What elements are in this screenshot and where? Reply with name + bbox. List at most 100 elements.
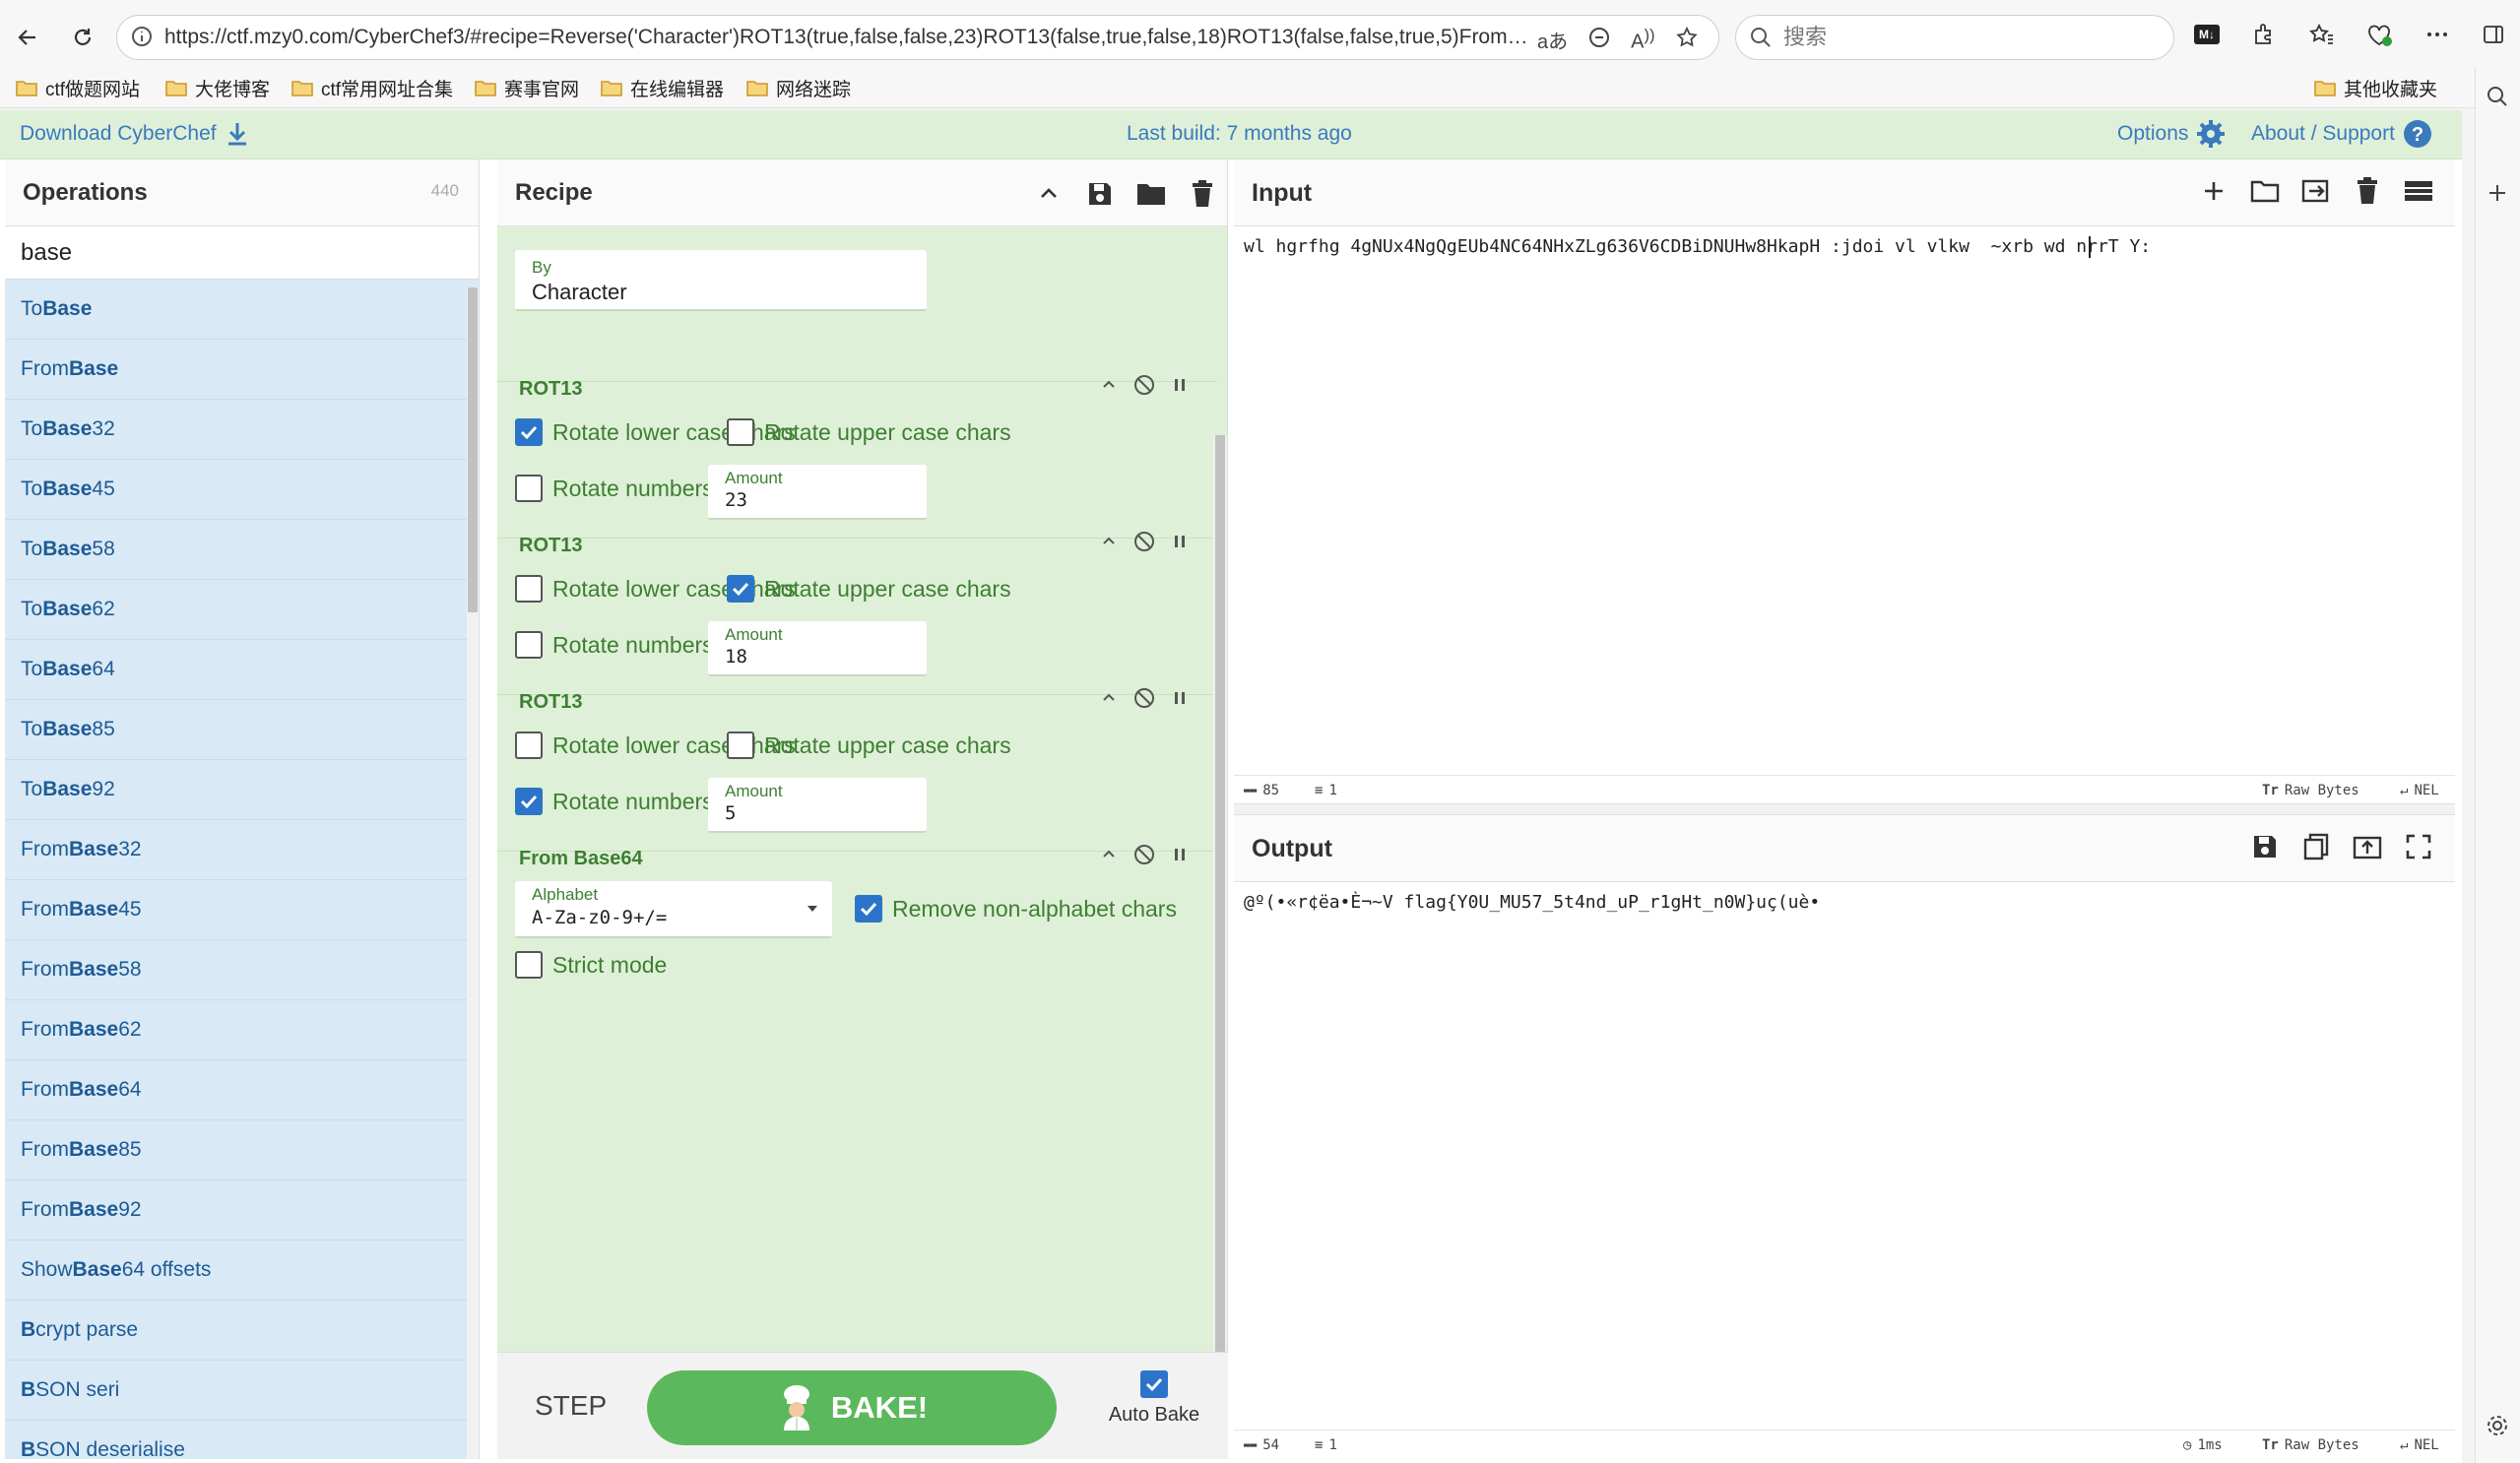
open-folder-icon[interactable] <box>2246 172 2284 210</box>
browser-search-box[interactable]: 搜索 <box>1735 15 2174 60</box>
alphabet-select[interactable]: Alphabet A-Za-z0-9+/= <box>515 881 832 938</box>
bookmark-folder-1[interactable]: 大佬博客 <box>165 71 270 104</box>
operations-search-input[interactable]: base <box>5 226 479 280</box>
strict-mode-checkbox[interactable]: Strict mode <box>515 951 667 979</box>
pause-operation-icon[interactable] <box>1171 846 1189 863</box>
pause-operation-icon[interactable] <box>1171 533 1189 550</box>
operations-scrollbar-thumb[interactable] <box>468 287 478 612</box>
operation-item[interactable]: Show Base 64 offsets <box>5 1240 479 1301</box>
operation-item[interactable]: To Base 92 <box>5 760 479 820</box>
collapse-operation-icon[interactable] <box>1100 846 1118 863</box>
back-icon[interactable] <box>8 18 47 57</box>
operation-item[interactable]: To Base <box>5 280 479 340</box>
rot13-2-upper-checkbox[interactable]: Rotate upper case chars <box>727 575 1011 603</box>
recipe-scrollbar-thumb[interactable] <box>1215 435 1225 1459</box>
about-support-button[interactable]: About / Support ? <box>2251 110 2432 158</box>
bookmark-other-folder[interactable]: 其他收藏夹 <box>2314 71 2437 104</box>
translate-icon[interactable] <box>1587 26 1611 49</box>
replace-input-icon[interactable] <box>2349 828 2386 865</box>
disable-operation-icon[interactable] <box>1133 374 1155 396</box>
open-file-icon[interactable] <box>2297 172 2335 210</box>
operation-item[interactable]: From Base 32 <box>5 820 479 880</box>
sidebar-add-icon[interactable] <box>2486 181 2509 205</box>
step-button[interactable]: STEP <box>535 1390 607 1422</box>
clear-input-icon[interactable] <box>2349 172 2386 210</box>
operation-item[interactable]: From Base <box>5 340 479 400</box>
clear-recipe-icon[interactable] <box>1184 175 1221 213</box>
reverse-by-field[interactable]: By Character <box>515 250 927 311</box>
input-textarea[interactable]: wl hgrfhg 4gNUx4NgQgEUb4NC64NHxZLg636V6C… <box>1244 236 2151 257</box>
output-encoding-button[interactable]: Tr Raw Bytes <box>2262 1431 2359 1460</box>
operation-item[interactable]: To Base 62 <box>5 580 479 640</box>
load-recipe-icon[interactable] <box>1132 175 1170 213</box>
reload-icon[interactable] <box>63 18 102 57</box>
immersive-reader-icon[interactable]: A)) <box>1631 26 1654 54</box>
maximise-output-icon[interactable] <box>2400 828 2437 865</box>
rot13-1-amount-field[interactable]: Amount 23 <box>708 465 927 520</box>
browser-essentials-icon[interactable] <box>2365 22 2393 47</box>
collapse-operation-icon[interactable] <box>1100 376 1118 394</box>
operation-item[interactable]: To Base 85 <box>5 700 479 760</box>
reset-layout-icon[interactable] <box>2400 172 2437 210</box>
remove-nonalphabet-checkbox[interactable]: Remove non-alphabet chars <box>855 895 1177 922</box>
url-text[interactable]: https://ctf.mzy0.com/CyberChef3/#recipe=… <box>164 16 1533 59</box>
operation-item[interactable]: To Base 64 <box>5 640 479 700</box>
bake-button[interactable]: BAKE! <box>647 1370 1057 1445</box>
bookmark-folder-2[interactable]: ctf常用网址合集 <box>291 71 453 104</box>
more-menu-icon[interactable] <box>2424 22 2450 47</box>
disable-operation-icon[interactable] <box>1133 687 1155 709</box>
download-link[interactable]: Download CyberChef <box>20 110 248 158</box>
io-resize-handle[interactable] <box>1234 803 2455 815</box>
input-eol-button[interactable]: ↵ NEL <box>2400 776 2439 805</box>
operation-item[interactable]: From Base 58 <box>5 940 479 1000</box>
operation-item[interactable]: To Base 45 <box>5 460 479 520</box>
disable-operation-icon[interactable] <box>1133 844 1155 865</box>
collapse-operation-icon[interactable] <box>1100 533 1118 550</box>
copy-output-icon[interactable] <box>2297 828 2335 865</box>
bookmark-folder-5[interactable]: 网络迷踪 <box>746 71 851 104</box>
operation-item[interactable]: From Base 85 <box>5 1120 479 1180</box>
operation-item[interactable]: Bcrypt parse <box>5 1301 479 1361</box>
read-aloud-icon[interactable]: aあ <box>1537 26 1568 54</box>
bookmark-folder-0[interactable]: ctf做题网站 <box>16 71 140 104</box>
bookmark-folder-4[interactable]: 在线编辑器 <box>601 71 724 104</box>
operation-item[interactable]: B SON seri <box>5 1361 479 1421</box>
sidebar-toggle-icon[interactable] <box>2482 23 2505 46</box>
rot13-2-amount-field[interactable]: Amount 18 <box>708 621 927 676</box>
operation-item[interactable]: From Base 45 <box>5 880 479 940</box>
markdown-extension-icon[interactable]: M↓ <box>2194 25 2220 44</box>
rot13-3-amount-field[interactable]: Amount 5 <box>708 778 927 833</box>
extensions-icon[interactable] <box>2251 22 2277 47</box>
collapse-all-icon[interactable] <box>1030 175 1067 213</box>
rot13-2-numbers-checkbox[interactable]: Rotate numbers <box>515 631 714 659</box>
add-input-tab-icon[interactable] <box>2195 172 2232 210</box>
collapse-operation-icon[interactable] <box>1100 689 1118 707</box>
auto-bake-checkbox[interactable]: Auto Bake <box>1100 1370 1208 1427</box>
rot13-1-upper-checkbox[interactable]: Rotate upper case chars <box>727 418 1011 446</box>
rot13-1-numbers-checkbox[interactable]: Rotate numbers <box>515 475 714 502</box>
save-output-icon[interactable] <box>2246 828 2284 865</box>
sidebar-settings-icon[interactable] <box>2486 1414 2509 1437</box>
sidebar-search-icon[interactable] <box>2486 85 2509 108</box>
pause-operation-icon[interactable] <box>1171 376 1189 394</box>
operation-item[interactable]: From Base 64 <box>5 1060 479 1120</box>
operation-item[interactable]: To Base 32 <box>5 400 479 460</box>
favorite-star-icon[interactable] <box>1675 26 1699 49</box>
operation-item[interactable]: To Base 58 <box>5 520 479 580</box>
bookmark-folder-3[interactable]: 赛事官网 <box>475 71 579 104</box>
input-encoding-button[interactable]: Tr Raw Bytes <box>2262 776 2359 805</box>
site-info-icon[interactable] <box>131 26 153 47</box>
save-recipe-icon[interactable] <box>1081 175 1119 213</box>
favorites-icon[interactable] <box>2308 22 2334 47</box>
pause-operation-icon[interactable] <box>1171 689 1189 707</box>
address-bar[interactable]: https://ctf.mzy0.com/CyberChef3/#recipe=… <box>116 15 1719 60</box>
operation-item[interactable]: From Base 62 <box>5 1000 479 1060</box>
output-eol-button[interactable]: ↵ NEL <box>2400 1431 2439 1460</box>
output-text[interactable]: @º(•«r¢ëa•È¬~V flag{Y0U_MU57_5t4nd_uP_r1… <box>1244 892 1820 913</box>
options-button[interactable]: Options <box>2117 110 2226 158</box>
disable-operation-icon[interactable] <box>1133 531 1155 552</box>
operation-item[interactable]: From Base 92 <box>5 1180 479 1240</box>
rot13-3-upper-checkbox[interactable]: Rotate upper case chars <box>727 732 1011 759</box>
rot13-3-numbers-checkbox[interactable]: Rotate numbers <box>515 788 714 815</box>
operation-item[interactable]: B SON deserialise <box>5 1421 479 1459</box>
